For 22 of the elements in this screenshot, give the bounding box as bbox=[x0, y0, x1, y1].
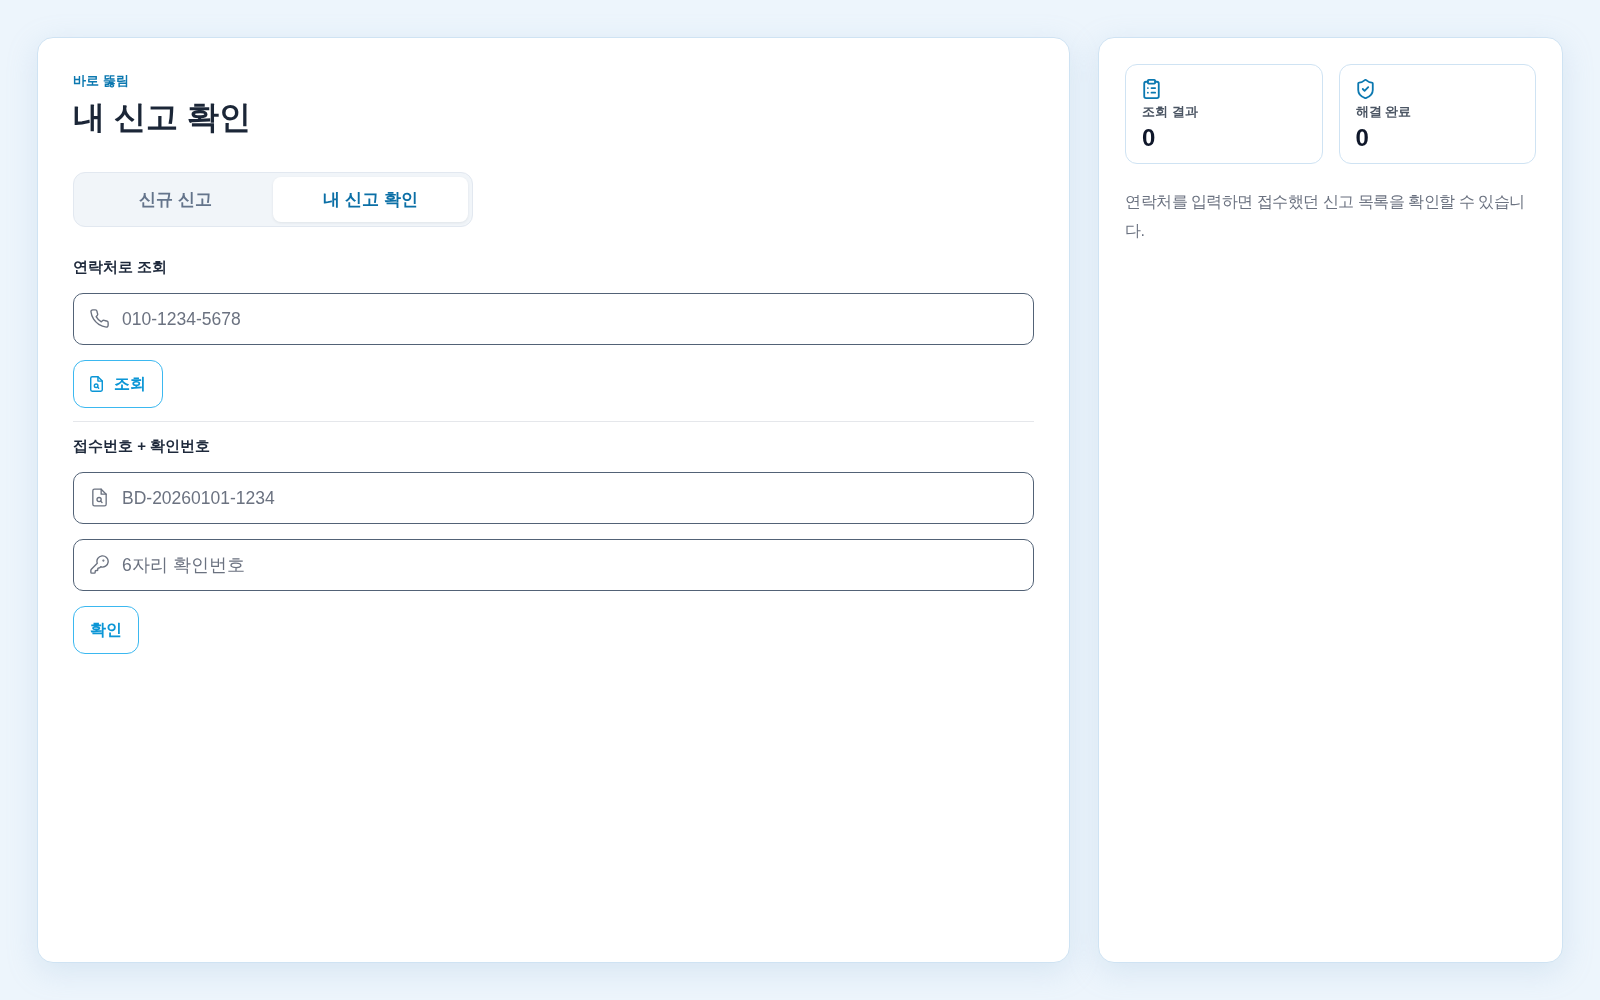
stat-value: 0 bbox=[1142, 124, 1156, 152]
tab[interactable]: 신규 신고 bbox=[78, 177, 273, 222]
stat-value: 0 bbox=[1355, 124, 1369, 152]
tab[interactable]: 내 신고 확인 bbox=[273, 177, 468, 222]
clipboard-list-icon bbox=[1143, 79, 1160, 99]
document-search-icon bbox=[90, 376, 103, 392]
hint-text: 연락처를 입력하면 접수했던 신고 목록을 확인할 수 있습니다. bbox=[1125, 192, 1526, 241]
section-heading: 접수번호 + 확인번호 bbox=[73, 436, 211, 456]
phone-field[interactable]: 010-1234-5678 bbox=[73, 293, 1034, 345]
search-button[interactable]: 조회 bbox=[73, 360, 163, 408]
shield-check-icon bbox=[1356, 79, 1374, 99]
eyebrow-label: 바로 뚫림 bbox=[73, 73, 129, 89]
stat-label: 조회 결과 bbox=[1142, 103, 1198, 121]
stat-label: 해결 완료 bbox=[1355, 103, 1412, 121]
code-field[interactable]: 6자리 확인번호 bbox=[73, 539, 1034, 591]
section-heading: 연락처로 조회 bbox=[73, 257, 168, 277]
submit-button[interactable]: 확인 bbox=[73, 606, 139, 654]
phone-icon bbox=[90, 309, 109, 328]
document-search-icon bbox=[92, 488, 107, 507]
key-icon bbox=[90, 555, 109, 574]
receipt-number-field[interactable]: BD-20260101-1234 bbox=[73, 472, 1034, 524]
page-title: 내 신고 확인 bbox=[73, 98, 251, 137]
